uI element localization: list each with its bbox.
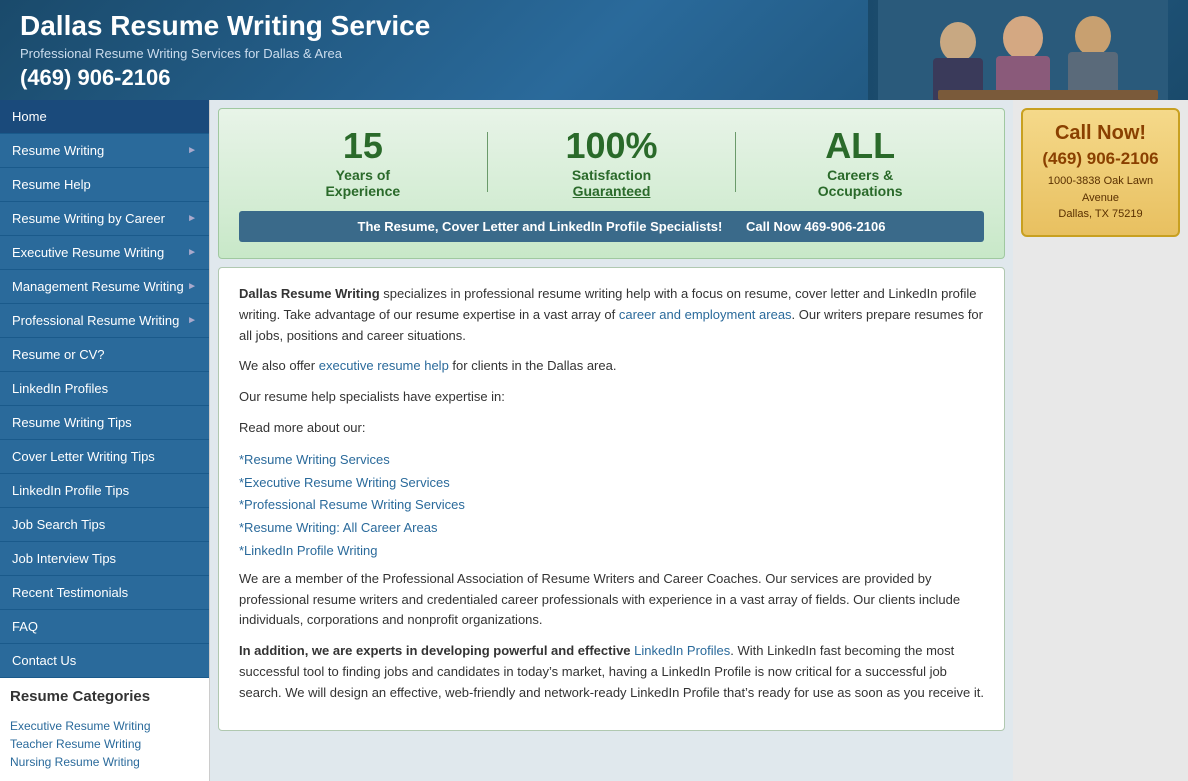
content-p4: Read more about our:	[239, 418, 984, 439]
banner-years-label1: Years of	[239, 167, 487, 183]
career-employment-areas-link[interactable]: career and employment areas	[619, 307, 792, 322]
content-p6: In addition, we are experts in developin…	[239, 641, 984, 703]
link-professional-resume-writing-services[interactable]: *Professional Resume Writing Services	[239, 494, 984, 517]
sidebar-item-professional-resume-writing[interactable]: Professional Resume Writing ►	[0, 304, 209, 338]
banner-stat-careers: ALL Careers & Occupations	[736, 125, 984, 199]
arrow-icon: ►	[187, 315, 197, 326]
arrow-icon: ►	[187, 213, 197, 224]
sidebar-item-contact-us[interactable]: Contact Us	[0, 644, 209, 678]
banner-years-label2: Experience	[239, 183, 487, 199]
content-link-list: *Resume Writing Services *Executive Resu…	[239, 449, 984, 563]
header: Dallas Resume Writing Service Profession…	[0, 0, 1188, 100]
call-phone-number[interactable]: (469) 906-2106	[1033, 149, 1168, 169]
sidebar-item-executive-resume-writing[interactable]: Executive Resume Writing ►	[0, 236, 209, 270]
banner: 15 Years of Experience 100% Satisfaction…	[218, 108, 1005, 259]
header-image	[868, 0, 1168, 100]
site-subtitle: Professional Resume Writing Services for…	[20, 46, 868, 61]
banner-satisfaction: 100%	[488, 125, 736, 167]
sidebar-item-job-search-tips[interactable]: Job Search Tips	[0, 508, 209, 542]
sidebar-item-resume-writing-tips[interactable]: Resume Writing Tips	[0, 406, 209, 440]
arrow-icon: ►	[187, 247, 197, 258]
site-title: Dallas Resume Writing Service	[20, 10, 868, 42]
executive-resume-help-link[interactable]: executive resume help	[319, 358, 449, 373]
sidebar-item-faq[interactable]: FAQ	[0, 610, 209, 644]
link-linkedin-profile-writing[interactable]: *LinkedIn Profile Writing	[239, 540, 984, 563]
header-people-illustration	[878, 0, 1168, 100]
main-content: 15 Years of Experience 100% Satisfaction…	[210, 100, 1013, 781]
main-wrapper: Home Resume Writing ► Resume Help Resume…	[0, 100, 1188, 781]
arrow-icon: ►	[187, 281, 197, 292]
banner-years: 15	[239, 125, 487, 167]
sidebar-item-resume-help[interactable]: Resume Help	[0, 168, 209, 202]
banner-careers-label2: Occupations	[736, 183, 984, 199]
call-address-line2: Dallas, TX 75219	[1033, 206, 1168, 223]
content-p6-start: In addition, we are experts in developin…	[239, 643, 634, 658]
sidebar-item-home[interactable]: Home	[0, 100, 209, 134]
link-resume-writing-services[interactable]: *Resume Writing Services	[239, 449, 984, 472]
sidebar-item-recent-testimonials[interactable]: Recent Testimonials	[0, 576, 209, 610]
content-p2: We also offer executive resume help for …	[239, 356, 984, 377]
content-p5: We are a member of the Professional Asso…	[239, 569, 984, 631]
resume-categories: Resume Categories Executive Resume Writi…	[0, 678, 209, 781]
header-phone[interactable]: (469) 906-2106	[20, 65, 868, 91]
banner-satisfaction-label2: Guaranteed	[488, 183, 736, 199]
banner-stats: 15 Years of Experience 100% Satisfaction…	[239, 125, 984, 199]
banner-stat-satisfaction: 100% Satisfaction Guaranteed	[488, 125, 736, 199]
linkedin-profiles-link[interactable]: LinkedIn Profiles	[634, 643, 730, 658]
link-executive-resume-writing-services[interactable]: *Executive Resume Writing Services	[239, 472, 984, 495]
category-nursing-resume[interactable]: Nursing Resume Writing	[10, 753, 199, 771]
content-p1: Dallas Resume Writing specializes in pro…	[239, 284, 984, 346]
banner-tagline-text: The Resume, Cover Letter and LinkedIn Pr…	[358, 219, 723, 234]
sidebar-item-cover-letter-tips[interactable]: Cover Letter Writing Tips	[0, 440, 209, 474]
category-teacher-resume[interactable]: Teacher Resume Writing	[10, 735, 199, 753]
content-p2-end: for clients in the Dallas area.	[449, 358, 617, 373]
arrow-icon: ►	[187, 145, 197, 156]
call-address-line1: 1000-3838 Oak Lawn Avenue	[1033, 173, 1168, 206]
right-sidebar: Call Now! (469) 906-2106 1000-3838 Oak L…	[1013, 100, 1188, 781]
call-box: Call Now! (469) 906-2106 1000-3838 Oak L…	[1021, 108, 1180, 237]
sidebar: Home Resume Writing ► Resume Help Resume…	[0, 100, 210, 781]
dallas-resume-writing-bold: Dallas Resume Writing	[239, 286, 380, 301]
banner-careers-label1: Careers &	[736, 167, 984, 183]
content-box: Dallas Resume Writing specializes in pro…	[218, 267, 1005, 731]
sidebar-item-linkedin-profile-tips[interactable]: LinkedIn Profile Tips	[0, 474, 209, 508]
link-resume-writing-career-areas[interactable]: *Resume Writing: All Career Areas	[239, 517, 984, 540]
call-now-label: Call Now!	[1033, 122, 1168, 145]
sidebar-item-job-interview-tips[interactable]: Job Interview Tips	[0, 542, 209, 576]
sidebar-item-linkedin-profiles[interactable]: LinkedIn Profiles	[0, 372, 209, 406]
sidebar-item-resume-or-cv[interactable]: Resume or CV?	[0, 338, 209, 372]
sidebar-item-management-resume-writing[interactable]: Management Resume Writing ►	[0, 270, 209, 304]
banner-tagline-cta: Call Now 469-906-2106	[746, 219, 885, 234]
banner-stat-experience: 15 Years of Experience	[239, 125, 487, 199]
header-text: Dallas Resume Writing Service Profession…	[20, 10, 868, 91]
content-p3: Our resume help specialists have experti…	[239, 387, 984, 408]
resume-categories-title: Resume Categories	[10, 688, 199, 709]
sidebar-nav: Home Resume Writing ► Resume Help Resume…	[0, 100, 209, 678]
banner-tagline: The Resume, Cover Letter and LinkedIn Pr…	[239, 211, 984, 242]
banner-satisfaction-label1: Satisfaction	[488, 167, 736, 183]
sidebar-item-resume-writing[interactable]: Resume Writing ►	[0, 134, 209, 168]
sidebar-item-resume-writing-career[interactable]: Resume Writing by Career ►	[0, 202, 209, 236]
category-executive-resume[interactable]: Executive Resume Writing	[10, 717, 199, 735]
banner-all: ALL	[736, 125, 984, 167]
content-p2-start: We also offer	[239, 358, 319, 373]
